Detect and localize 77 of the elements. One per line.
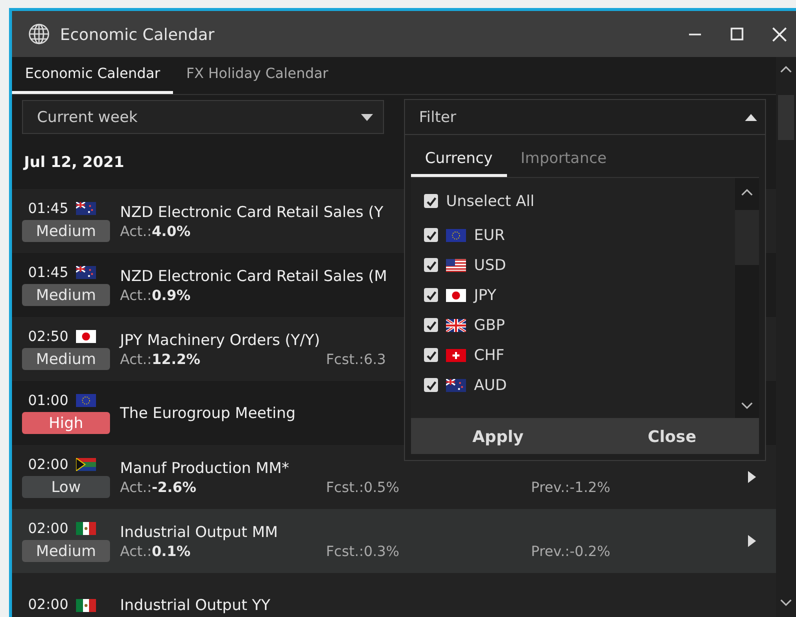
currency-label[interactable]: CHF: [474, 346, 504, 364]
checkbox[interactable]: [424, 194, 438, 208]
event-title: JPY Machinery Orders (Y/Y): [120, 330, 320, 348]
actual-value: Act.:0.9%: [120, 288, 191, 304]
checkbox[interactable]: [424, 258, 438, 272]
filter-dropdown[interactable]: Filter: [405, 100, 765, 135]
scroll-up-icon[interactable]: [780, 65, 792, 73]
scroll-down-icon[interactable]: [741, 402, 753, 410]
event-title: Industrial Output YY: [120, 596, 270, 614]
expand-arrow-icon[interactable]: [748, 535, 756, 547]
scroll-up-icon[interactable]: [741, 188, 753, 196]
flag-icon: [446, 228, 466, 242]
event-time: 02:00: [28, 456, 68, 472]
checkbox[interactable]: [424, 378, 438, 392]
event-row[interactable]: 02:00 Medium Industrial Output MM Act.:0.1% Fcst.:0.3% Prev.:-0.2%: [12, 509, 776, 573]
actual-value: Act.:0.1%: [120, 544, 191, 560]
flag-icon: [446, 348, 466, 362]
event-time: 02:00: [28, 520, 68, 536]
flag-icon: [76, 598, 96, 612]
checkbox[interactable]: [424, 348, 438, 362]
importance-badge: Medium: [22, 348, 110, 370]
checkbox[interactable]: [424, 318, 438, 332]
flag-icon: [76, 202, 96, 215]
flag-icon: [76, 266, 96, 279]
event-title: NZD Electronic Card Retail Sales (M: [120, 266, 388, 284]
flag-icon: [446, 318, 466, 332]
flag-icon: [76, 458, 96, 471]
currency-label[interactable]: GBP: [474, 316, 505, 334]
importance-badge: High: [22, 412, 110, 434]
scrollbar[interactable]: [776, 57, 796, 617]
event-title: The Eurogroup Meeting: [120, 404, 296, 422]
event-time: 01:45: [28, 264, 68, 280]
importance-badge: Medium: [22, 284, 110, 306]
actual-value: Act.:12.2%: [120, 352, 200, 368]
flag-icon: [446, 258, 466, 272]
caret-icon: [361, 114, 373, 120]
tab[interactable]: Economic Calendar: [12, 57, 174, 94]
event-time: 02:00: [28, 597, 68, 613]
event-title: Industrial Output MM: [120, 522, 278, 540]
window-title: Economic Calendar: [60, 24, 214, 44]
flag-icon: [76, 522, 96, 535]
currency-label[interactable]: USD: [474, 256, 506, 274]
forecast-value: Fcst.:6.3: [326, 352, 386, 368]
expand-arrow-icon[interactable]: [748, 471, 756, 483]
forecast-value: Fcst.:0.3%: [326, 544, 400, 560]
flag-icon: [446, 378, 466, 392]
checkbox[interactable]: [424, 288, 438, 302]
flag-icon: [76, 394, 96, 407]
flag-icon: [76, 330, 96, 343]
globe-icon: [28, 23, 50, 45]
importance-badge: Medium: [22, 220, 110, 242]
event-title: NZD Electronic Card Retail Sales (Y: [120, 202, 384, 220]
actual-value: Act.:-2.6%: [120, 480, 196, 496]
importance-badge: Low: [22, 476, 110, 498]
date-header: Jul 12, 2021: [24, 152, 124, 170]
scrollbar[interactable]: [735, 178, 759, 418]
tab[interactable]: Importance: [506, 141, 621, 177]
event-time: 01:00: [28, 392, 68, 408]
period-dropdown[interactable]: Current week: [22, 100, 384, 134]
event-title: Manuf Production MM*: [120, 458, 290, 476]
checkbox[interactable]: [424, 228, 438, 242]
maximize-icon[interactable]: [730, 27, 744, 41]
event-time: 01:45: [28, 200, 68, 216]
currency-label[interactable]: JPY: [474, 286, 496, 304]
importance-badge: Medium: [22, 540, 110, 562]
tab[interactable]: FX Holiday Calendar: [173, 57, 342, 94]
event-time: 02:50: [28, 328, 68, 344]
event-row[interactable]: 02:00 Industrial Output YY: [12, 573, 776, 617]
scroll-down-icon[interactable]: [780, 599, 792, 607]
flag-icon: [446, 288, 466, 302]
previous-value: Prev.:-0.2%: [531, 544, 610, 560]
actual-value: Act.:4.0%: [120, 224, 191, 240]
previous-value: Prev.:-1.2%: [531, 480, 610, 496]
close-icon[interactable]: [772, 26, 787, 42]
currency-label[interactable]: EUR: [474, 226, 505, 244]
checkbox-label[interactable]: Unselect All: [446, 192, 534, 210]
forecast-value: Fcst.:0.5%: [326, 480, 400, 496]
